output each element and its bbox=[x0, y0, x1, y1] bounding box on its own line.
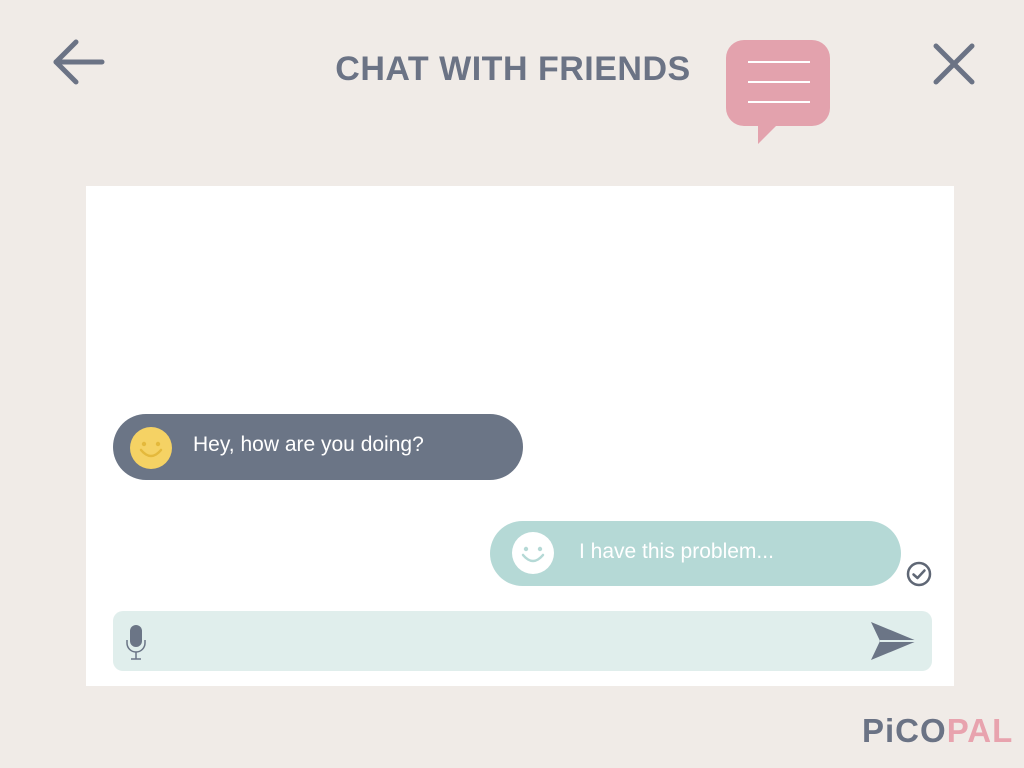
close-button[interactable] bbox=[928, 38, 980, 90]
arrow-left-icon bbox=[53, 39, 105, 85]
message-text: I have this problem... bbox=[579, 540, 774, 563]
message-incoming: Hey, how are you doing? bbox=[113, 414, 523, 480]
close-icon bbox=[933, 43, 975, 85]
message-input[interactable] bbox=[163, 621, 857, 663]
brand-logo-part1: PiCO bbox=[862, 712, 947, 749]
microphone-button[interactable] bbox=[123, 623, 149, 663]
brand-logo: PiCOPAL bbox=[862, 712, 1013, 750]
send-icon bbox=[871, 622, 917, 660]
microphone-icon bbox=[126, 625, 146, 660]
back-button[interactable] bbox=[48, 34, 108, 90]
check-circle-icon bbox=[905, 560, 933, 588]
app-screen: CHAT WITH FRIENDS Hey, how are you doing… bbox=[0, 0, 1024, 768]
smiley-icon bbox=[129, 426, 173, 470]
send-button[interactable] bbox=[869, 619, 919, 663]
message-composer bbox=[113, 611, 932, 671]
message-text: Hey, how are you doing? bbox=[193, 433, 424, 456]
smiley-icon bbox=[511, 531, 555, 575]
speech-bubble-icon bbox=[724, 38, 834, 146]
chat-panel: Hey, how are you doing? I have this prob… bbox=[86, 186, 954, 686]
page-title: CHAT WITH FRIENDS bbox=[335, 50, 691, 88]
brand-logo-part2: PAL bbox=[946, 712, 1014, 749]
message-outgoing: I have this problem... bbox=[490, 521, 901, 586]
